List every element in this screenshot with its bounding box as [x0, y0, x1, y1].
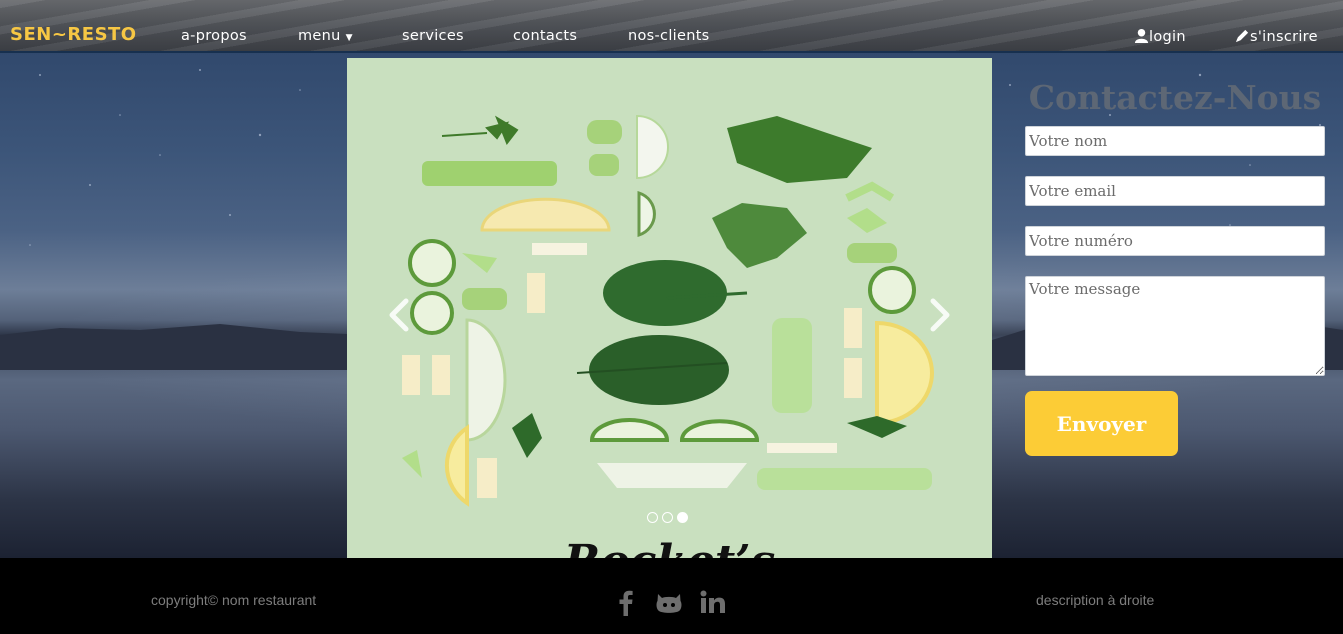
carousel-indicator-2[interactable] — [662, 512, 673, 523]
carousel-indicators — [647, 512, 688, 523]
linkedin-icon — [700, 590, 725, 613]
send-button[interactable]: Envoyer — [1025, 391, 1178, 456]
nav-link-contacts[interactable]: contacts — [513, 28, 577, 44]
image-carousel: Rocket’s — [347, 58, 992, 558]
parsley — [441, 115, 519, 146]
pencil-icon — [1235, 29, 1249, 43]
carousel-prev-button[interactable] — [384, 295, 414, 335]
carousel-next-button[interactable] — [925, 295, 955, 335]
email-input[interactable] — [1025, 176, 1325, 206]
linkedin-link[interactable] — [700, 590, 726, 618]
facebook-icon — [619, 590, 633, 616]
signup-label: s'inscrire — [1250, 29, 1318, 45]
caret-down-icon: ▼ — [345, 33, 353, 43]
user-icon — [1134, 28, 1149, 43]
facebook-link[interactable] — [619, 590, 633, 620]
login-link[interactable]: login — [1134, 28, 1186, 45]
contact-title: Contactez-Nous — [1028, 78, 1322, 117]
navbar: SEN~RESTO a-propos menu ▼ services conta… — [0, 0, 1343, 53]
brand-logo[interactable]: SEN~RESTO — [10, 24, 137, 45]
message-textarea[interactable] — [1025, 276, 1325, 376]
chevron-right-icon — [930, 298, 950, 332]
nav-link-menu[interactable]: menu ▼ — [298, 28, 353, 44]
vegetables-image — [402, 114, 934, 507]
chevron-left-icon — [389, 298, 409, 332]
github-icon — [656, 594, 682, 613]
nav-link-services[interactable]: services — [402, 28, 464, 44]
signup-link[interactable]: s'inscrire — [1235, 28, 1318, 45]
footer-description: description à droite — [1036, 592, 1155, 608]
carousel-indicator-1[interactable] — [647, 512, 658, 523]
nav-link-menu-label: menu — [298, 28, 341, 44]
login-label: login — [1149, 29, 1186, 45]
carousel-indicator-3[interactable] — [677, 512, 688, 523]
nav-link-nos-clients[interactable]: nos-clients — [628, 28, 710, 44]
carousel-caption: Rocket’s — [347, 540, 992, 559]
phone-input[interactable] — [1025, 226, 1325, 256]
nav-link-a-propos[interactable]: a-propos — [181, 28, 247, 44]
footer-copyright: copyright© nom restaurant — [151, 592, 317, 608]
github-link[interactable] — [655, 590, 683, 618]
name-input[interactable] — [1025, 126, 1325, 156]
footer: copyright© nom restaurant description à … — [0, 558, 1343, 634]
